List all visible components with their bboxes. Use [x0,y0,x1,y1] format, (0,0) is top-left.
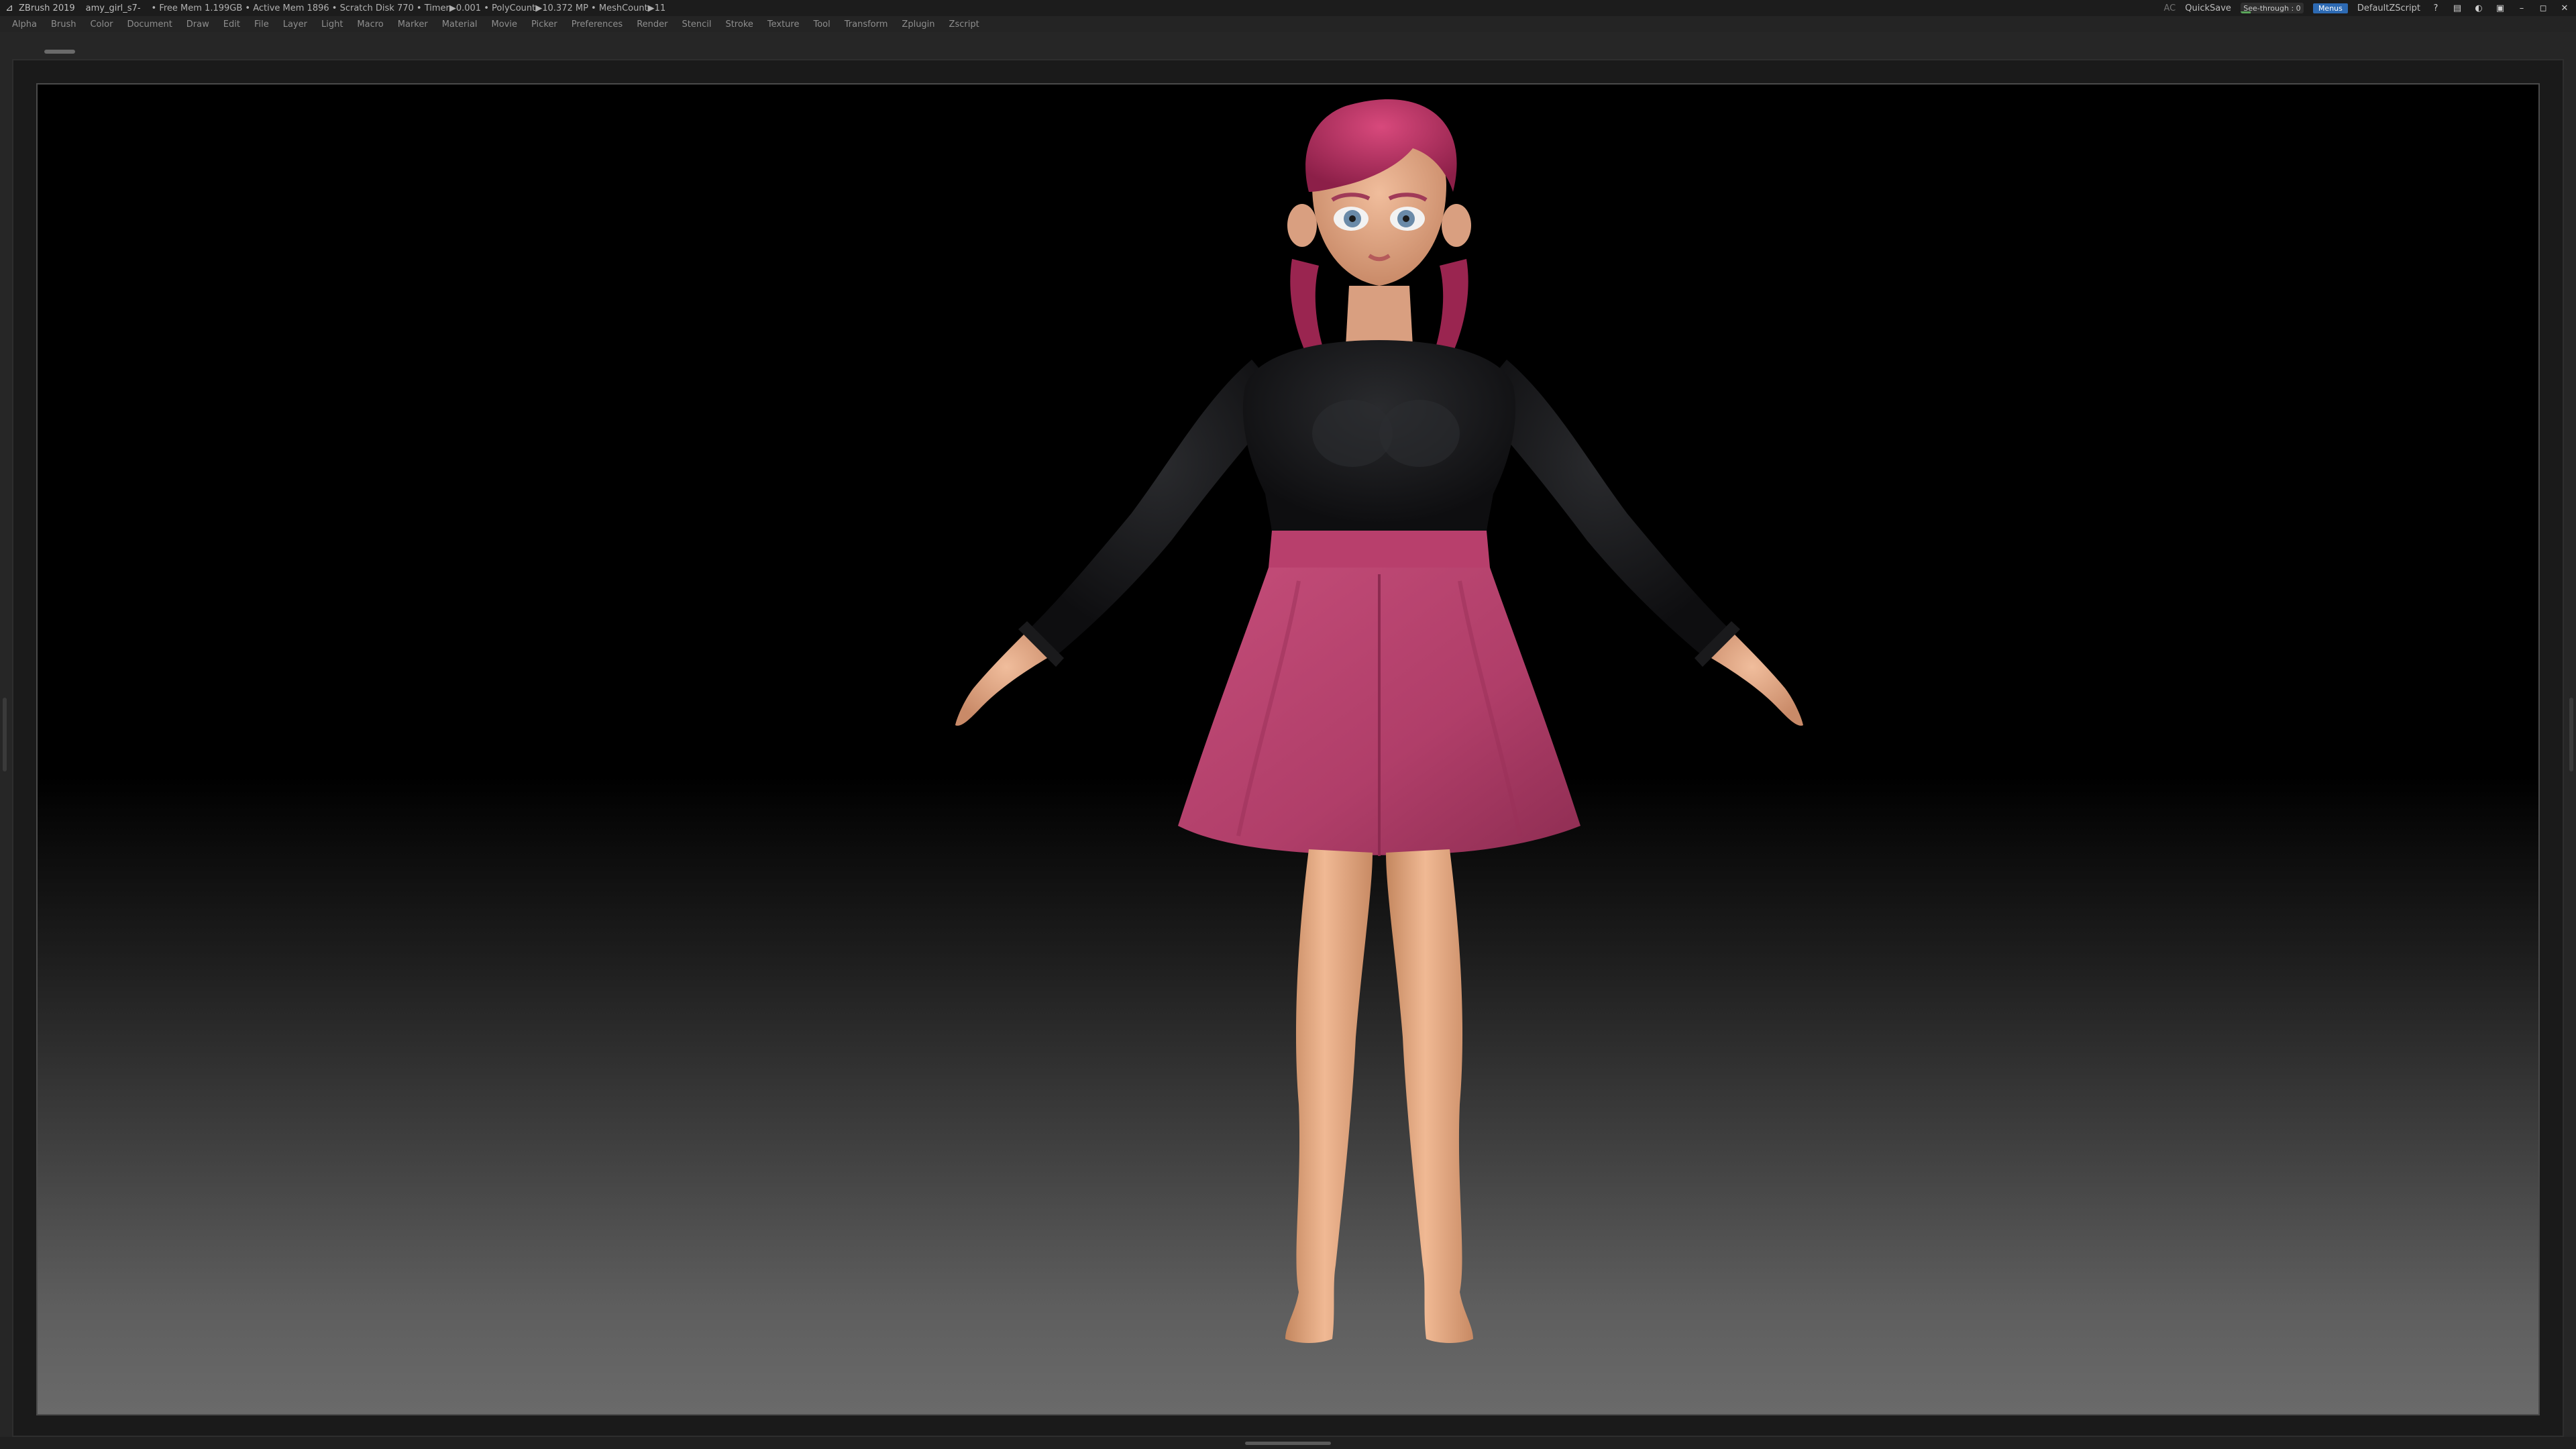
document-canvas[interactable] [36,83,2540,1415]
menu-brush[interactable]: Brush [51,19,76,30]
menu-stroke[interactable]: Stroke [725,19,753,30]
menu-document[interactable]: Document [127,19,172,30]
see-through-slider[interactable]: See-through : 0 [2240,3,2304,13]
ac-toggle[interactable]: AC [2164,3,2176,13]
quicksave-button[interactable]: QuickSave [2185,3,2231,13]
menu-texture[interactable]: Texture [767,19,800,30]
document-name: amy_girl_s7- [85,3,141,13]
skirt [1178,531,1580,856]
menu-material[interactable]: Material [442,19,478,30]
menu-preferences[interactable]: Preferences [572,19,623,30]
zbrush-logo-icon: ⊿ [5,3,13,13]
menu-layer[interactable]: Layer [283,19,307,30]
right-ear [1442,204,1471,247]
menu-picker[interactable]: Picker [531,19,557,30]
menus-button[interactable]: Menus [2312,3,2348,13]
menu-marker[interactable]: Marker [398,19,428,30]
bottom-tray [0,1437,2576,1449]
left-ear [1287,204,1317,247]
title-right-controls: AC QuickSave See-through : 0 Menus Defau… [2164,0,2576,16]
menu-draw[interactable]: Draw [186,19,209,30]
menu-movie[interactable]: Movie [492,19,517,30]
help-icon[interactable]: ? [2430,2,2442,14]
character-model [955,99,1803,1343]
lock-icon[interactable]: ▣ [2494,2,2506,14]
app-name: ZBrush 2019 [19,3,75,13]
menu-zplugin[interactable]: Zplugin [902,19,934,30]
close-icon[interactable]: ✕ [2559,2,2571,14]
chest-highlight-right [1379,400,1460,467]
menu-render[interactable]: Render [637,19,667,30]
menu-tool[interactable]: Tool [813,19,830,30]
menu-file[interactable]: File [254,19,269,30]
bottom-tray-handle[interactable] [1245,1442,1331,1445]
neck [1346,286,1413,346]
restore-icon[interactable]: ◻ [2537,2,2549,14]
left-pupil [1349,215,1356,222]
menu-light[interactable]: Light [321,19,343,30]
menu-zscript[interactable]: Zscript [949,19,979,30]
menu-transform[interactable]: Transform [845,19,888,30]
legs [1285,849,1473,1343]
see-through-label: See-through : 0 [2243,3,2301,13]
status-info: • Free Mem 1.199GB • Active Mem 1896 • S… [151,3,666,13]
title-bar: ⊿ ZBrush 2019 amy_girl_s7- • Free Mem 1.… [0,0,2576,16]
right-pupil [1403,215,1409,222]
minimize-icon[interactable]: – [2516,2,2528,14]
menu-macro[interactable]: Macro [357,19,383,30]
tray-handle[interactable] [44,50,75,54]
menu-color[interactable]: Color [90,19,113,30]
right-tray-handle[interactable] [2569,698,2573,771]
menu-edit[interactable]: Edit [223,19,240,30]
layout-icon[interactable]: ▤ [2451,2,2463,14]
top-tray [0,32,2576,59]
left-tray-handle[interactable] [3,698,7,771]
menu-stencil[interactable]: Stencil [682,19,711,30]
menu-alpha[interactable]: Alpha [12,19,37,30]
see-through-fill [2240,11,2251,13]
default-zscript-button[interactable]: DefaultZScript [2357,3,2420,13]
menu-bar: Alpha Brush Color Document Draw Edit Fil… [0,16,2576,32]
palette-icon[interactable]: ◐ [2473,2,2485,14]
